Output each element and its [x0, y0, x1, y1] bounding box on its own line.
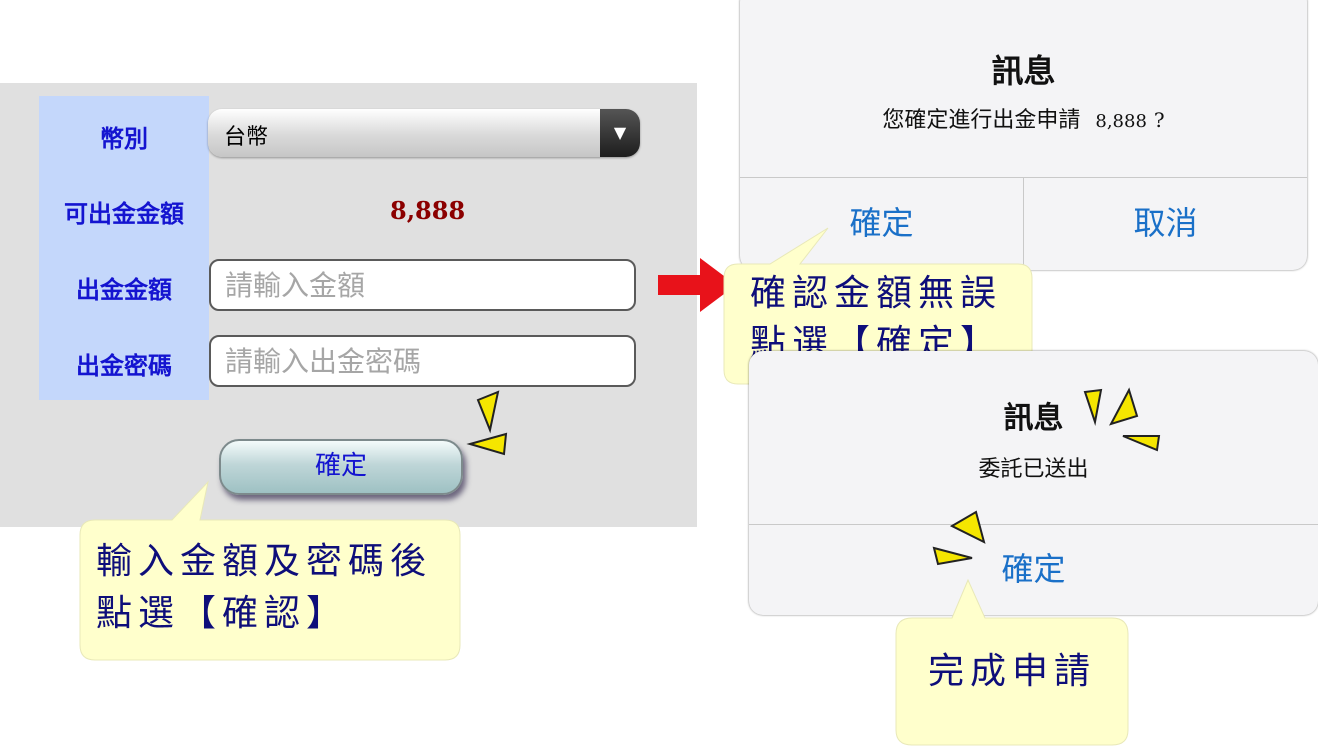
callout-step3: 完成申請 — [928, 651, 1097, 692]
callout-bubble-step3 — [895, 578, 1129, 746]
